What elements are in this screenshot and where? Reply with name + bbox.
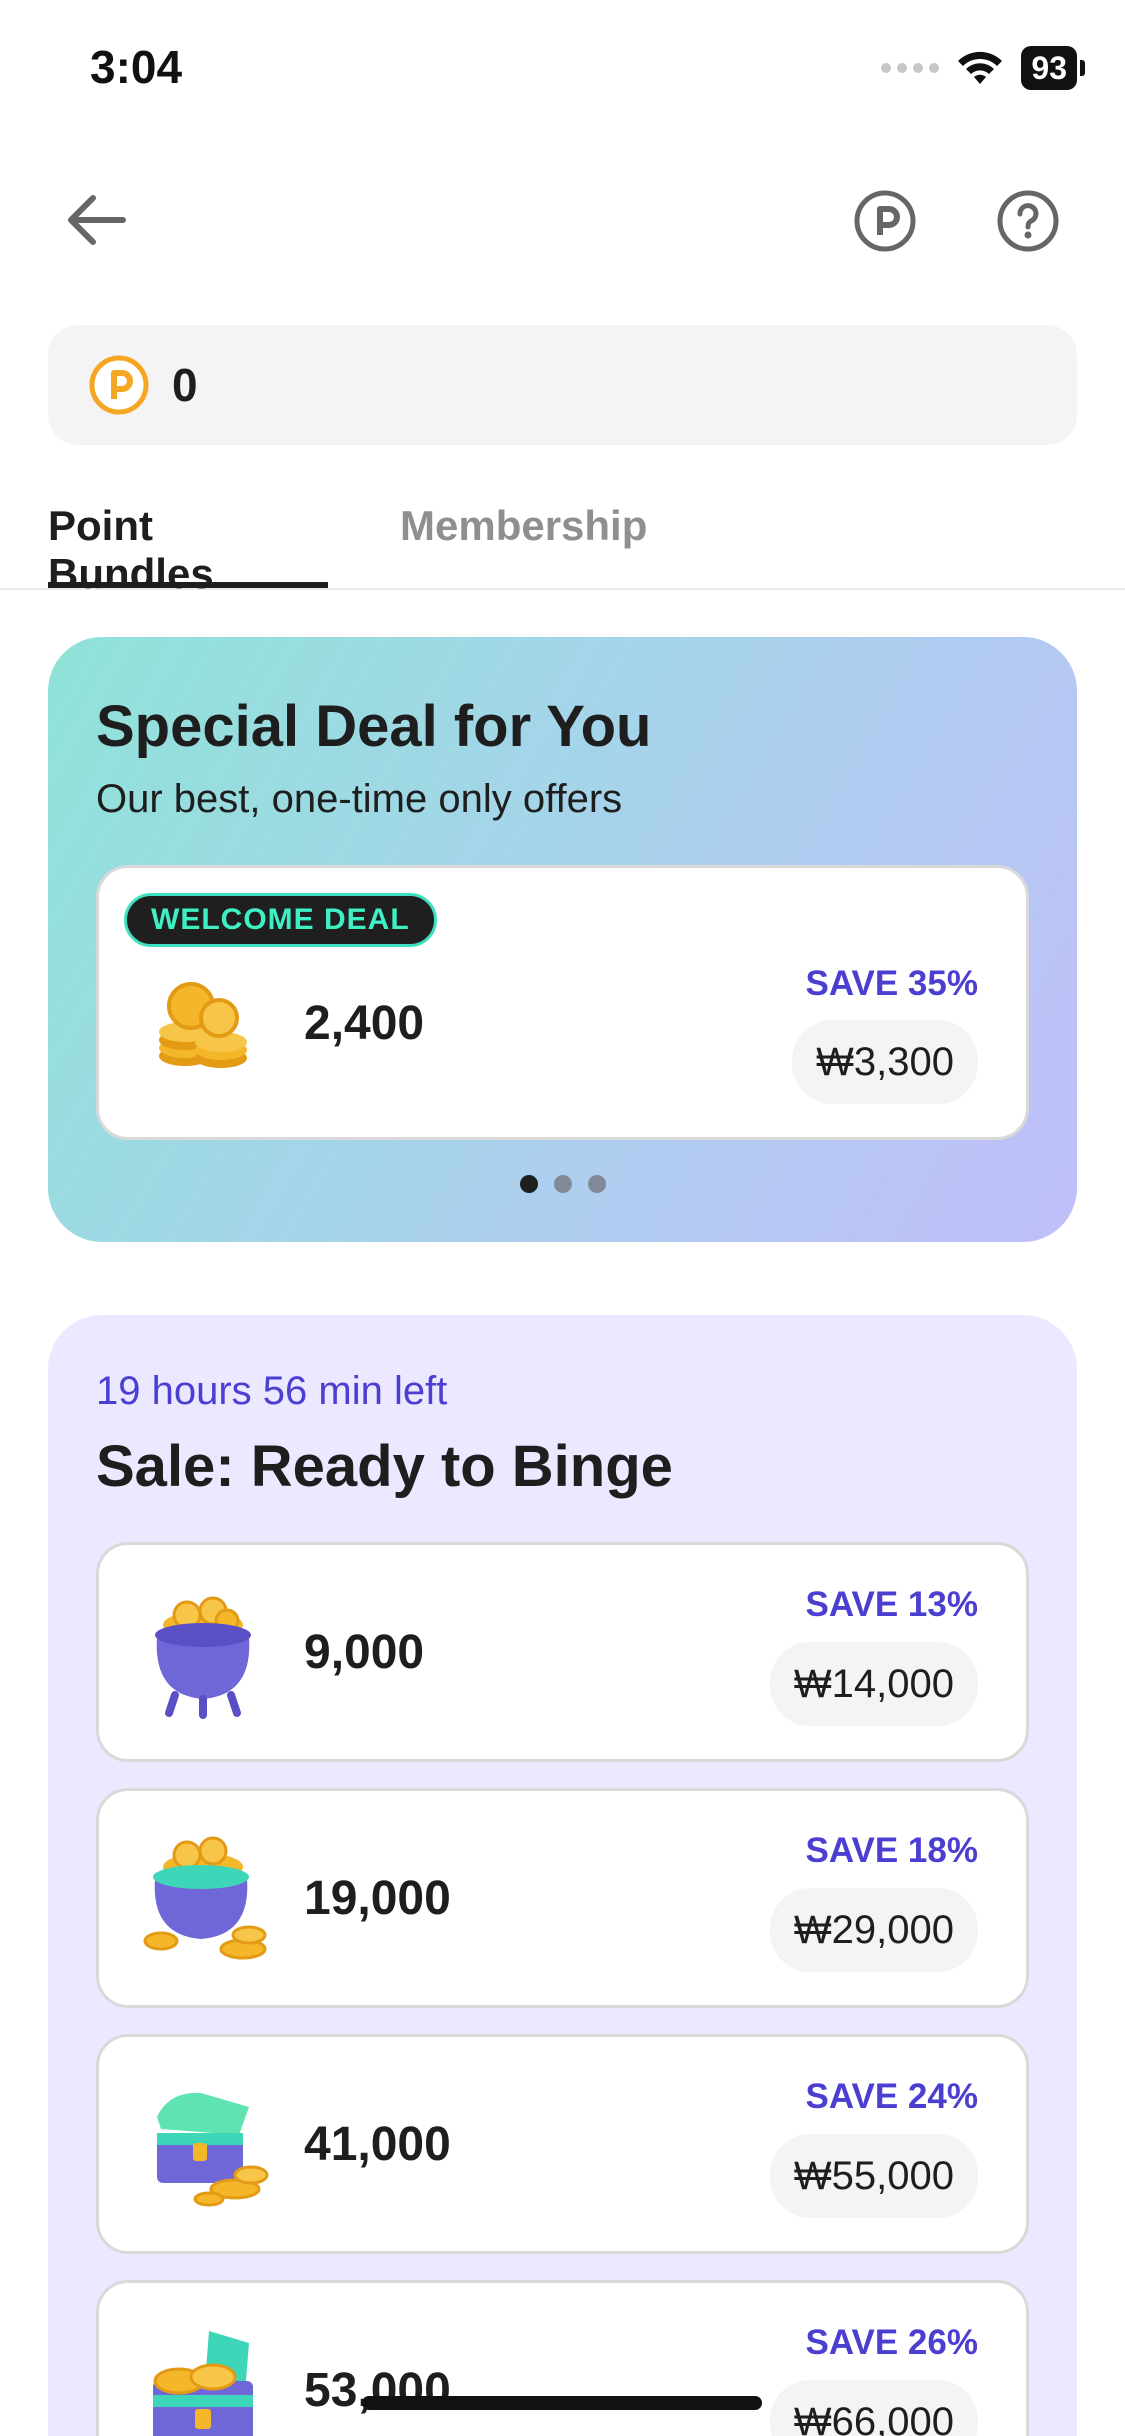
- coin-pot-overflow-icon: [143, 1836, 267, 1960]
- coin-pot-icon: [155, 1596, 251, 1719]
- cellular-signal-icon: [881, 63, 940, 73]
- bundle-row[interactable]: 53,000 SAVE 26% ₩66,000: [96, 2280, 1029, 2436]
- point-circle-icon: [854, 190, 916, 252]
- pager-dot[interactable]: [587, 1175, 606, 1193]
- special-deal-card: Special Deal for You Our best, one-time …: [48, 637, 1077, 1242]
- special-deal-title: Special Deal for You: [96, 694, 652, 759]
- carousel-pager: [48, 1175, 1077, 1193]
- pager-dot[interactable]: [553, 1175, 572, 1193]
- sale-section: 19 hours 56 min left Sale: Ready to Bing…: [48, 1315, 1077, 2436]
- deal-save-label: SAVE 35%: [805, 964, 979, 1003]
- help-button[interactable]: [992, 185, 1064, 257]
- bundle-price-button[interactable]: ₩66,000: [769, 2380, 978, 2436]
- bundle-row[interactable]: 9,000 SAVE 13% ₩14,000: [96, 1542, 1029, 1762]
- special-deal-subtitle: Our best, one-time only offers: [96, 777, 623, 821]
- bundle-point-amount: 9,000: [304, 1626, 425, 1679]
- status-time: 3:04: [90, 41, 183, 93]
- point-balance-value: 0: [172, 359, 198, 411]
- tab-membership[interactable]: Membership: [400, 502, 647, 588]
- bundle-price-button[interactable]: ₩14,000: [769, 1642, 978, 1726]
- status-bar: 3:04 93: [0, 0, 1125, 140]
- question-circle-icon: [997, 190, 1059, 252]
- tab-point-bundles[interactable]: Point Bundles: [48, 502, 328, 597]
- arrow-left-icon: [68, 195, 126, 245]
- top-nav: [0, 170, 1125, 270]
- bundle-price-button[interactable]: ₩29,000: [769, 1888, 978, 1972]
- bundle-point-amount: 19,000: [304, 1872, 451, 1925]
- welcome-deal-offer[interactable]: WELCOME DEAL 2,400 SAVE 35% ₩3,300: [96, 865, 1029, 1140]
- welcome-deal-badge: WELCOME DEAL: [124, 893, 437, 947]
- back-button[interactable]: [55, 180, 135, 260]
- bundle-save-label: SAVE 26%: [805, 2323, 979, 2362]
- bundle-point-amount: 41,000: [304, 2118, 451, 2171]
- bundle-row[interactable]: 41,000 SAVE 24% ₩55,000: [96, 2034, 1029, 2254]
- sale-time-left: 19 hours 56 min left: [96, 1369, 448, 1413]
- sale-title: Sale: Ready to Binge: [96, 1434, 673, 1499]
- treasure-chest-icon: [157, 2092, 269, 2207]
- point-history-button[interactable]: [849, 185, 921, 257]
- bundle-save-label: SAVE 24%: [805, 2077, 979, 2116]
- home-indicator: [362, 2396, 762, 2410]
- coin-stack-icon: [159, 982, 247, 1068]
- bundle-save-label: SAVE 13%: [805, 1585, 979, 1624]
- bundle-row[interactable]: 19,000 SAVE 18% ₩29,000: [96, 1788, 1029, 2008]
- point-coin-icon: [89, 355, 149, 415]
- deal-price-button[interactable]: ₩3,300: [792, 1020, 978, 1104]
- treasure-chest-full-icon: [153, 2331, 253, 2436]
- pager-dot[interactable]: [519, 1175, 538, 1193]
- bundle-save-label: SAVE 18%: [805, 1831, 979, 1870]
- wifi-icon: [958, 51, 1003, 84]
- deal-point-amount: 2,400: [304, 997, 425, 1050]
- battery-indicator: 93: [1021, 46, 1085, 90]
- status-icons: 93: [881, 46, 1085, 90]
- point-balance-bar: 0: [48, 325, 1077, 445]
- tab-bar: Point Bundles Membership: [0, 490, 1125, 597]
- bundle-price-button[interactable]: ₩55,000: [769, 2134, 978, 2218]
